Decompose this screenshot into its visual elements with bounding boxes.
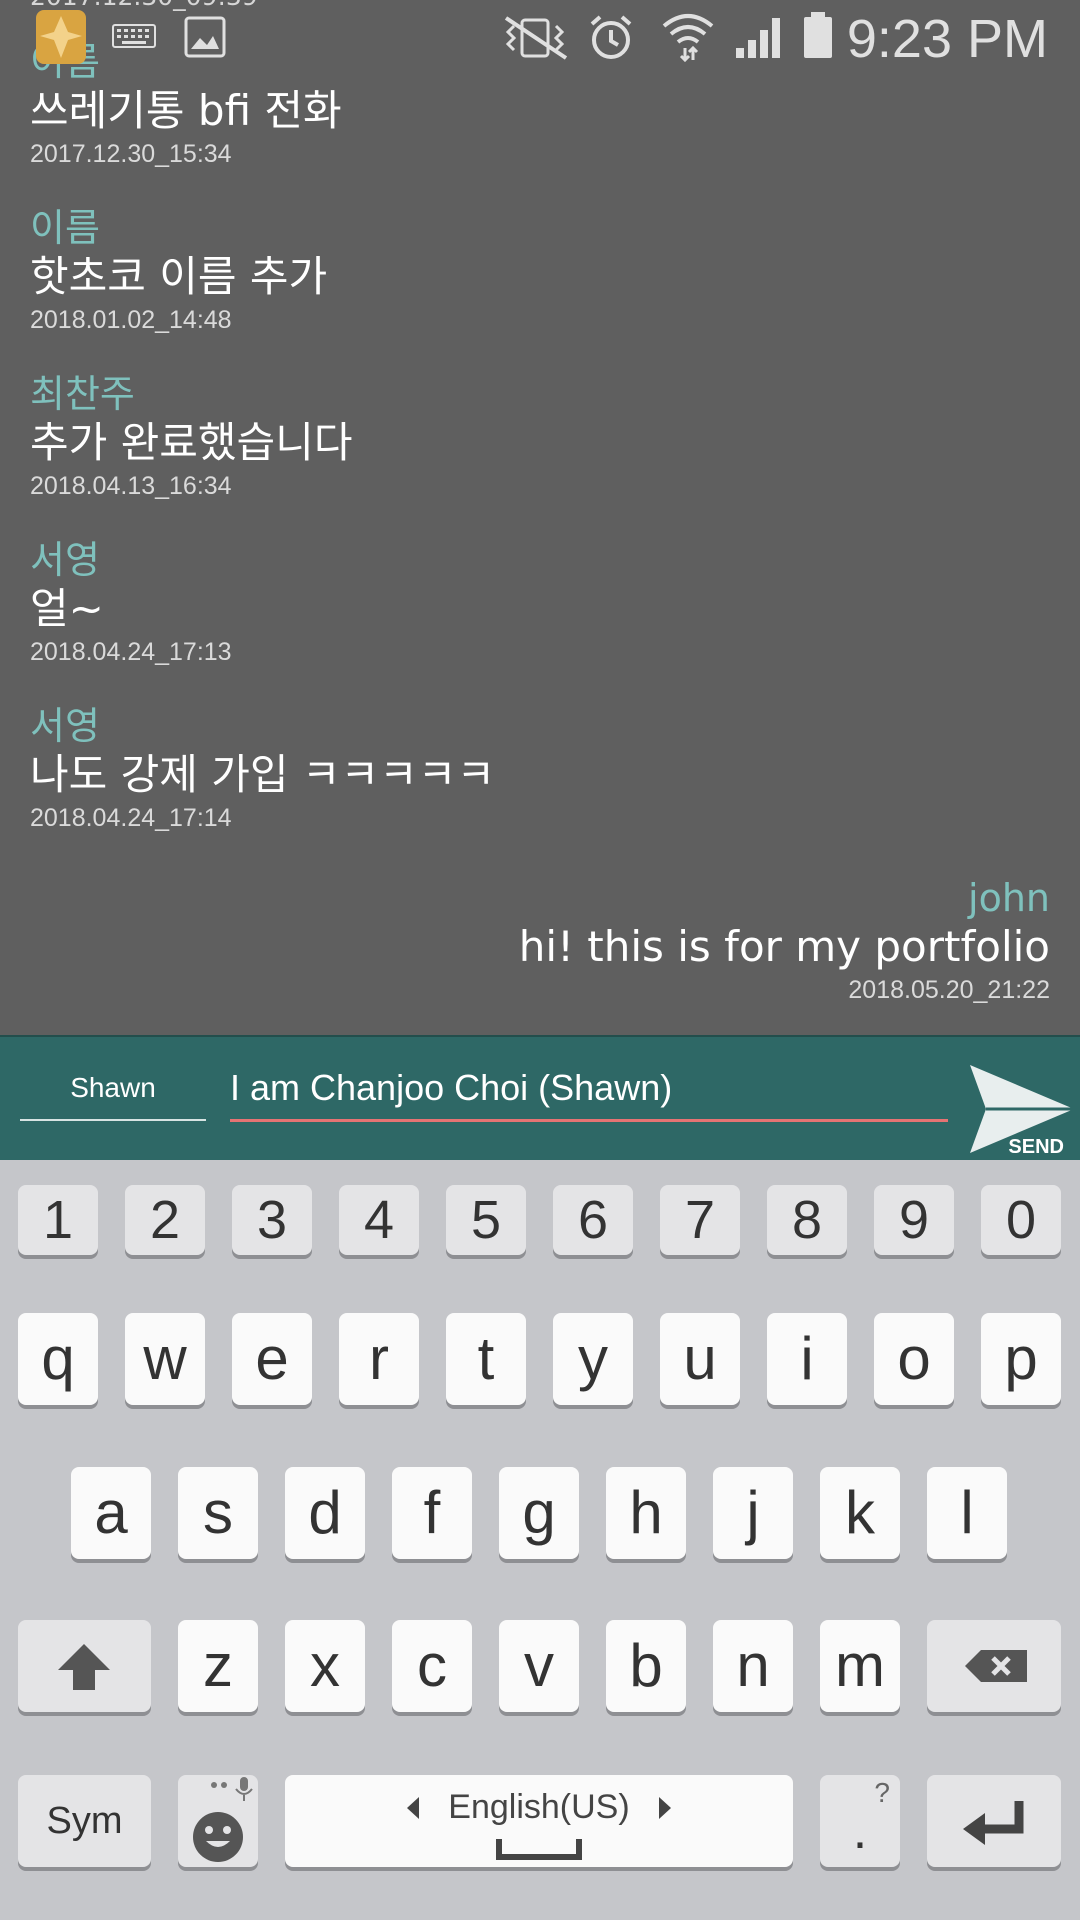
key-2[interactable]: 2 — [125, 1185, 205, 1255]
key-8[interactable]: 8 — [767, 1185, 847, 1255]
chat-message: 서영 나도 강제 가입 ㅋㅋㅋㅋㅋ 2018.04.24_17:14 — [30, 704, 1050, 834]
key-0[interactable]: 0 — [981, 1185, 1061, 1255]
vibrate-mute-icon — [504, 16, 568, 60]
key-u[interactable]: u — [660, 1313, 740, 1405]
key-j[interactable]: j — [713, 1467, 793, 1559]
message-input[interactable]: I am Chanjoo Choi (Shawn) — [230, 1057, 948, 1122]
emoji-key[interactable] — [178, 1775, 258, 1867]
key-a[interactable]: a — [71, 1467, 151, 1559]
message-text: 쓰레기통 bfi 전화 — [30, 86, 342, 135]
key-9[interactable]: 9 — [874, 1185, 954, 1255]
sender-name: john — [968, 876, 1050, 920]
keyboard-icon — [112, 24, 156, 48]
sym-key[interactable]: Sym — [18, 1775, 151, 1867]
signal-icon — [736, 18, 780, 58]
enter-key[interactable] — [927, 1775, 1061, 1867]
chat-messages-list[interactable]: 2017.12.30_09:39 이름 쓰레기통 bfi 전화 2017.12.… — [0, 0, 1080, 1035]
key-l[interactable]: l — [927, 1467, 1007, 1559]
period-key[interactable]: ? . — [820, 1775, 900, 1867]
send-button[interactable]: SEND — [966, 1063, 1076, 1159]
key-g[interactable]: g — [499, 1467, 579, 1559]
key-e[interactable]: e — [232, 1313, 312, 1405]
app-notification-icon — [36, 10, 86, 64]
key-p[interactable]: p — [981, 1313, 1061, 1405]
key-d[interactable]: d — [285, 1467, 365, 1559]
chevron-right-icon — [659, 1797, 671, 1819]
send-label: SEND — [1008, 1136, 1064, 1158]
shift-arrow-icon — [58, 1644, 110, 1690]
sender-name: 서영 — [30, 704, 100, 748]
key-m[interactable]: m — [820, 1620, 900, 1712]
key-q[interactable]: q — [18, 1313, 98, 1405]
message-time: 2018.01.02_14:48 — [30, 306, 232, 334]
space-key[interactable]: English(US) — [285, 1775, 793, 1867]
message-time: 2018.04.24_17:13 — [30, 638, 232, 666]
period-label: . — [852, 1802, 868, 1860]
chat-message: 이름 핫초코 이름 추가 2018.01.02_14:48 — [30, 206, 1050, 336]
key-b[interactable]: b — [606, 1620, 686, 1712]
key-h[interactable]: h — [606, 1467, 686, 1559]
chat-message: 최찬주 추가 완료했습니다 2018.04.13_16:34 — [30, 372, 1050, 502]
key-t[interactable]: t — [446, 1313, 526, 1405]
status-bar: 9:23 PM — [0, 0, 1080, 75]
key-z[interactable]: z — [178, 1620, 258, 1712]
key-3[interactable]: 3 — [232, 1185, 312, 1255]
backspace-key[interactable] — [927, 1620, 1061, 1712]
key-n[interactable]: n — [713, 1620, 793, 1712]
message-time: 2018.05.20_21:22 — [848, 976, 1050, 1004]
key-s[interactable]: s — [178, 1467, 258, 1559]
name-input[interactable]: Shawn — [20, 1057, 206, 1121]
backspace-icon — [965, 1650, 1027, 1682]
message-text: 나도 강제 가입 ㅋㅋㅋㅋㅋ — [30, 750, 496, 799]
shift-key[interactable] — [18, 1620, 151, 1712]
on-screen-keyboard: 1 2 3 4 5 6 7 8 9 0 q w e r t y u i o p … — [0, 1160, 1080, 1920]
key-5[interactable]: 5 — [446, 1185, 526, 1255]
status-time: 9:23 PM — [846, 9, 1048, 69]
key-w[interactable]: w — [125, 1313, 205, 1405]
message-time: 2017.12.30_15:34 — [30, 140, 232, 168]
sender-name: 서영 — [30, 538, 100, 582]
message-time: 2018.04.24_17:14 — [30, 804, 232, 832]
message-text: 핫초코 이름 추가 — [30, 252, 328, 301]
space-bar-icon — [496, 1839, 582, 1860]
chat-message-own: john hi! this is for my portfolio 2018.0… — [30, 876, 1050, 1006]
image-icon — [184, 16, 226, 58]
key-r[interactable]: r — [339, 1313, 419, 1405]
battery-icon — [804, 12, 832, 58]
message-text: hi! this is for my portfolio — [518, 922, 1050, 971]
key-x[interactable]: x — [285, 1620, 365, 1712]
key-4[interactable]: 4 — [339, 1185, 419, 1255]
key-o[interactable]: o — [874, 1313, 954, 1405]
message-composer: Shawn I am Chanjoo Choi (Shawn) SEND — [0, 1035, 1080, 1160]
key-1[interactable]: 1 — [18, 1185, 98, 1255]
key-f[interactable]: f — [392, 1467, 472, 1559]
wifi-icon — [662, 14, 714, 62]
key-6[interactable]: 6 — [553, 1185, 633, 1255]
enter-icon — [963, 1801, 1024, 1845]
message-text: 얼~ — [30, 584, 104, 633]
key-i[interactable]: i — [767, 1313, 847, 1405]
sender-name: 최찬주 — [30, 372, 135, 416]
key-k[interactable]: k — [820, 1467, 900, 1559]
key-v[interactable]: v — [499, 1620, 579, 1712]
sender-name: 이름 — [30, 206, 100, 250]
key-y[interactable]: y — [553, 1313, 633, 1405]
chat-message: 서영 얼~ 2018.04.24_17:13 — [30, 538, 1050, 668]
key-c[interactable]: c — [392, 1620, 472, 1712]
message-text: 추가 완료했습니다 — [30, 418, 353, 467]
message-time: 2018.04.13_16:34 — [30, 472, 232, 500]
emoji-icon — [193, 1777, 253, 1862]
language-label: English(US) — [448, 1788, 630, 1826]
alarm-icon — [590, 15, 632, 59]
key-7[interactable]: 7 — [660, 1185, 740, 1255]
